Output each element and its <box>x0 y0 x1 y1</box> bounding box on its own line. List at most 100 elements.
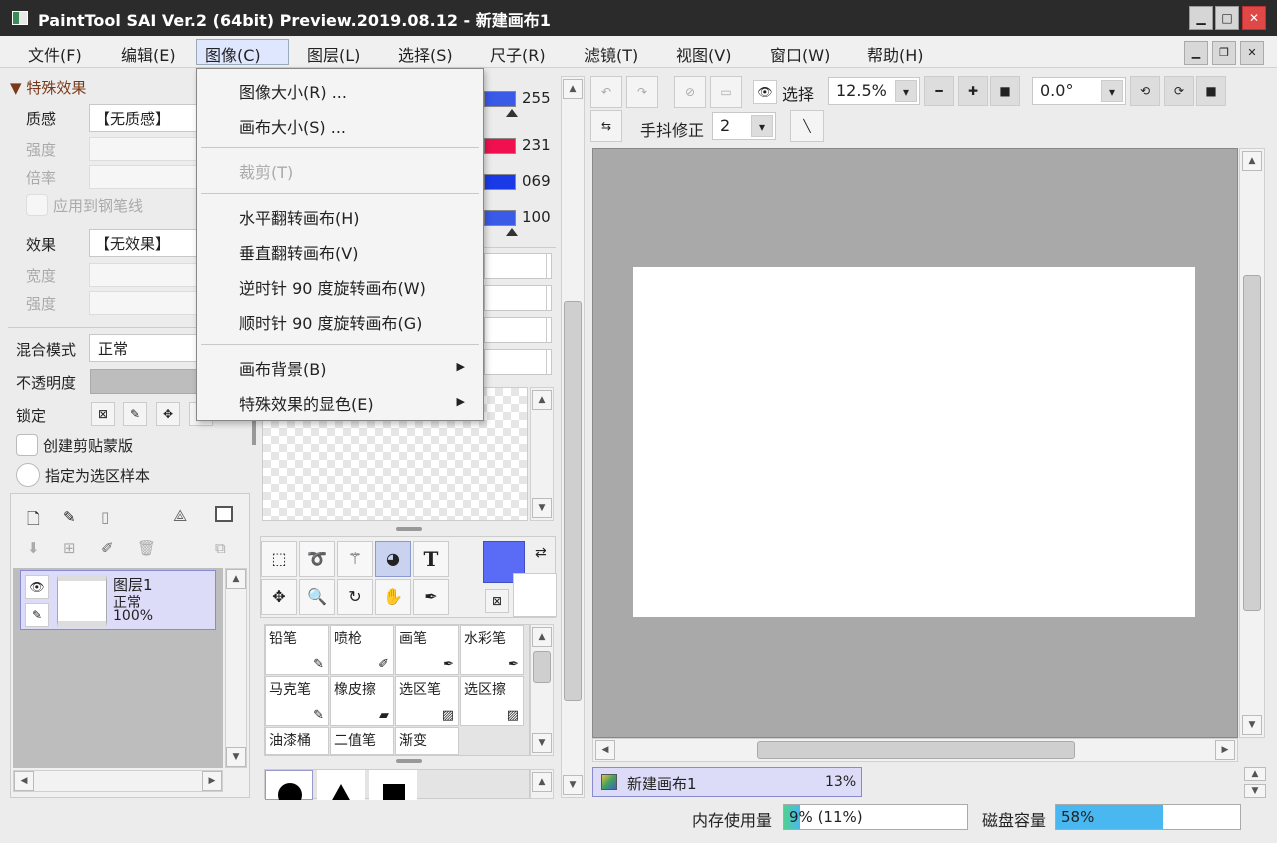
menu-window[interactable]: 窗口(W) <box>762 40 838 66</box>
rotate-ccw-button[interactable]: ⟲ <box>1130 76 1160 106</box>
hand-tool[interactable]: ✋ <box>375 579 411 615</box>
mdi-restore-button[interactable]: ❐ <box>1212 41 1236 65</box>
new-folder-icon[interactable]: ▯ <box>101 508 109 526</box>
pen-icon[interactable]: ✎ <box>25 603 49 627</box>
merge-down-icon[interactable]: ⬇ <box>27 539 40 557</box>
flip-horizontal-icon[interactable]: ⇆ <box>590 110 622 142</box>
scroll-up-button[interactable]: ▲ <box>1242 151 1262 171</box>
canvas[interactable] <box>633 267 1195 617</box>
eye-icon[interactable]: 👁 <box>25 575 49 599</box>
scratchpad-scrollbar[interactable]: ▲ ▼ <box>530 387 554 521</box>
brush-brush[interactable]: 画笔 ✒ <box>395 625 459 675</box>
menu-item-flip-vertical[interactable]: 垂直翻转画布(V) <box>239 240 358 264</box>
clipping-checkbox[interactable] <box>16 434 38 456</box>
panel-splitter[interactable] <box>396 759 422 763</box>
scroll-down-button[interactable]: ▼ <box>563 775 583 795</box>
brush-eraser[interactable]: 橡皮擦 ▰ <box>330 676 394 726</box>
value-bar[interactable] <box>484 174 516 190</box>
selection-source-radio[interactable] <box>16 463 40 487</box>
delete-layer-icon[interactable]: 🗑 <box>137 539 156 557</box>
layer-list-scrollbar[interactable]: ▲ ▼ <box>225 568 247 768</box>
swap-colors-icon[interactable]: ⇄ <box>535 545 547 561</box>
strength-slider[interactable] <box>89 137 209 161</box>
menu-filter[interactable]: 滤镜(T) <box>576 40 646 66</box>
move-tool[interactable]: ✥ <box>261 579 297 615</box>
selection-visibility-icon[interactable]: 👁 <box>753 80 777 104</box>
tab-scroll-down-button[interactable]: ▼ <box>1244 784 1266 798</box>
layer-row[interactable]: 👁 ✎ 图层1 正常 100% <box>20 570 216 630</box>
scroll-down-button[interactable]: ▼ <box>532 498 552 518</box>
mdi-close-button[interactable]: ✕ <box>1240 41 1264 65</box>
menu-item-canvas-background[interactable]: 画布背景(B) <box>239 356 326 380</box>
menu-item-canvas-size[interactable]: 画布大小(S) ... <box>239 114 346 138</box>
brush-panel-scrollbar[interactable]: ▲ ▼ <box>530 624 554 756</box>
rotate-reset-button[interactable]: ■ <box>1196 76 1226 106</box>
tab-scroll-up-button[interactable]: ▲ <box>1244 767 1266 781</box>
new-layer-icon[interactable]: 🗋 <box>27 508 40 535</box>
zoom-out-button[interactable]: ━ <box>924 76 954 106</box>
magic-wand-tool[interactable]: ⚚ <box>337 541 373 577</box>
brush-airbrush[interactable]: 喷枪 ✐ <box>330 625 394 675</box>
secondary-color-swatch[interactable] <box>513 573 557 617</box>
brush-shape-scrollbar[interactable]: ▲ <box>530 769 554 799</box>
deselect-icon[interactable]: ⊘ <box>674 76 706 108</box>
eyedropper-tool[interactable]: ✒ <box>413 579 449 615</box>
scale-slider[interactable] <box>89 165 209 189</box>
menu-select[interactable]: 选择(S) <box>390 40 461 66</box>
transparent-color-icon[interactable]: ⊠ <box>485 589 509 613</box>
brush-marker[interactable]: 马克笔 ✎ <box>265 676 329 726</box>
lock-move-icon[interactable]: ✥ <box>156 402 180 426</box>
brush-shape-triangle[interactable] <box>317 770 365 802</box>
layer-effect-icon[interactable]: ⟁ <box>173 506 187 526</box>
menu-image[interactable]: 图像(C) <box>196 39 289 65</box>
strength2-slider[interactable] <box>89 291 209 315</box>
brush-pencil[interactable]: 铅笔 ✎ <box>265 625 329 675</box>
straight-line-icon[interactable]: ╲ <box>790 110 824 142</box>
menu-item-image-size[interactable]: 图像大小(R) ... <box>239 79 347 103</box>
scroll-left-button[interactable]: ◀ <box>14 771 34 791</box>
menu-help[interactable]: 帮助(H) <box>859 40 932 66</box>
canvas-tab[interactable]: 新建画布1 13% <box>592 767 862 797</box>
menu-file[interactable]: 文件(F) <box>20 40 90 66</box>
rotate-cw-button[interactable]: ⟳ <box>1164 76 1194 106</box>
scroll-right-button[interactable]: ▶ <box>1215 740 1235 760</box>
angle-select[interactable]: 0.0° ▾ <box>1032 77 1126 105</box>
duplicate-icon[interactable]: ⊞ <box>63 539 76 557</box>
swatch-slot-3[interactable] <box>484 317 552 343</box>
scroll-down-button[interactable]: ▼ <box>532 733 552 753</box>
menu-edit[interactable]: 编辑(E) <box>113 40 184 66</box>
left-panel-splitter[interactable] <box>252 421 256 445</box>
effects-header[interactable]: ▼ 特殊效果 <box>10 77 86 98</box>
menu-item-effect-display[interactable]: 特殊效果的显色(E) <box>239 391 374 415</box>
scroll-up-button[interactable]: ▲ <box>532 627 552 647</box>
swatch-slot-2[interactable] <box>484 285 552 311</box>
undo-icon[interactable]: ↶ <box>590 76 622 108</box>
blend-mode-select[interactable]: 正常 <box>89 334 209 362</box>
menu-view[interactable]: 视图(V) <box>668 40 739 66</box>
scroll-right-button[interactable]: ▶ <box>202 771 222 791</box>
brush-watercolor[interactable]: 水彩笔 ✒ <box>460 625 524 675</box>
zoom-in-button[interactable]: ✚ <box>958 76 988 106</box>
redo-icon[interactable]: ↷ <box>626 76 658 108</box>
canvas-vscrollbar[interactable]: ▲ ▼ <box>1239 148 1265 738</box>
mask-icon[interactable] <box>215 506 233 522</box>
menu-item-rotate-ccw[interactable]: 逆时针 90 度旋转画布(W) <box>239 275 426 299</box>
scroll-down-button[interactable]: ▼ <box>226 747 246 767</box>
scroll-up-button[interactable]: ▲ <box>226 569 246 589</box>
brush-shape-circle[interactable] <box>265 770 313 807</box>
close-button[interactable]: ✕ <box>1242 6 1266 30</box>
middle-panel-scrollbar[interactable]: ▲ ▼ <box>561 76 585 798</box>
panel-splitter[interactable] <box>396 527 422 531</box>
scroll-up-button[interactable]: ▲ <box>532 390 552 410</box>
invert-selection-icon[interactable]: ▭ <box>710 76 742 108</box>
shape-tool[interactable]: ◕ <box>375 541 411 577</box>
apply-pen-checkbox[interactable] <box>26 194 48 216</box>
text-tool[interactable]: T <box>413 541 449 577</box>
canvas-hscrollbar[interactable]: ◀ ▶ <box>592 738 1238 762</box>
menu-item-flip-horizontal[interactable]: 水平翻转画布(H) <box>239 205 360 229</box>
opacity-slider[interactable] <box>90 369 210 394</box>
brush-selection-pen[interactable]: 选区笔 ▨ <box>395 676 459 726</box>
width-slider[interactable] <box>89 263 209 287</box>
scroll-left-button[interactable]: ◀ <box>595 740 615 760</box>
scroll-thumb[interactable] <box>533 651 551 683</box>
